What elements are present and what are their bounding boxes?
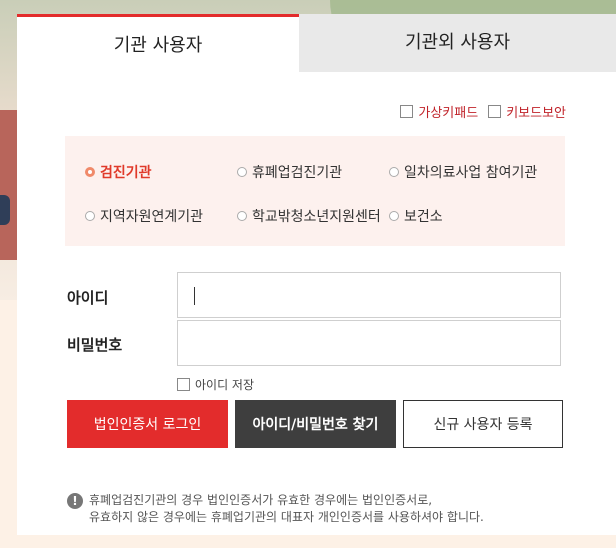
org-type-label: 검진기관: [100, 165, 152, 181]
background-figure: [0, 195, 10, 225]
register-button[interactable]: 신규 사용자 등록: [403, 400, 563, 448]
text-caret: [194, 287, 195, 305]
org-type-radio-regional-resource[interactable]: 지역자원연계기관: [85, 206, 203, 226]
save-id-option[interactable]: 아이디 저장: [177, 376, 254, 393]
org-type-label: 학교밖청소년지원센터: [252, 209, 381, 225]
keyboard-security-checkbox[interactable]: [488, 105, 502, 118]
info-icon: !: [67, 493, 83, 509]
id-input[interactable]: [177, 272, 561, 318]
radio-icon: [389, 167, 399, 177]
keyboard-security-option[interactable]: 키보드보안: [488, 102, 566, 121]
virtual-keypad-label: 가상키패드: [418, 106, 479, 121]
notice-line: 휴폐업검진기관의 경우 법인인증서가 유효한 경우에는 법인인증서로,: [89, 493, 433, 507]
org-type-label: 지역자원연계기관: [100, 209, 204, 225]
org-type-radio-health-center[interactable]: 보건소: [389, 206, 443, 226]
keyboard-options: 가상키패드 키보드보안: [400, 102, 566, 121]
org-type-label: 보건소: [404, 209, 443, 225]
notice: ! 휴폐업검진기관의 경우 법인인증서가 유효한 경우에는 법인인증서로, 유효…: [67, 492, 484, 526]
radio-icon: [237, 211, 247, 221]
org-type-label: 휴폐업검진기관: [252, 165, 343, 181]
save-id-checkbox[interactable]: [177, 378, 190, 391]
notice-line: 유효하지 않은 경우에는 휴폐업기관의 대표자 개인인증서를 사용하셔야 합니다…: [89, 510, 484, 524]
org-type-radio-youth-center[interactable]: 학교밖청소년지원센터: [237, 206, 381, 226]
password-input[interactable]: [177, 320, 561, 366]
radio-icon: [85, 211, 95, 221]
org-type-label: 일차의료사업 참여기관: [404, 165, 538, 181]
org-type-selector: 검진기관 휴폐업검진기관 일차의료사업 참여기관 지역자원연계기관 학교밖청소년…: [65, 136, 565, 246]
tab-non-institution-user[interactable]: 기관외 사용자: [299, 14, 616, 72]
radio-icon: [237, 167, 247, 177]
notice-text: 휴폐업검진기관의 경우 법인인증서가 유효한 경우에는 법인인증서로, 유효하지…: [89, 492, 484, 526]
org-type-radio-primary-care[interactable]: 일차의료사업 참여기관: [389, 162, 537, 182]
find-account-button[interactable]: 아이디/비밀번호 찾기: [235, 400, 396, 448]
id-label: 아이디: [67, 289, 109, 307]
org-type-radio-checkup[interactable]: 검진기관: [85, 162, 152, 182]
save-id-label: 아이디 저장: [195, 378, 255, 392]
tab-institution-user[interactable]: 기관 사용자: [17, 14, 299, 72]
radio-icon: [389, 211, 399, 221]
org-type-radio-closed-checkup[interactable]: 휴폐업검진기관: [237, 162, 342, 182]
password-label: 비밀번호: [67, 336, 123, 354]
virtual-keypad-checkbox[interactable]: [400, 105, 414, 118]
cert-login-button[interactable]: 법인인증서 로그인: [67, 400, 228, 448]
login-panel: 기관 사용자 기관외 사용자 가상키패드 키보드보안 검진기관 휴폐업검진기관 …: [17, 14, 616, 535]
keyboard-security-label: 키보드보안: [506, 106, 566, 121]
virtual-keypad-option[interactable]: 가상키패드: [400, 102, 478, 121]
radio-icon: [85, 167, 95, 177]
